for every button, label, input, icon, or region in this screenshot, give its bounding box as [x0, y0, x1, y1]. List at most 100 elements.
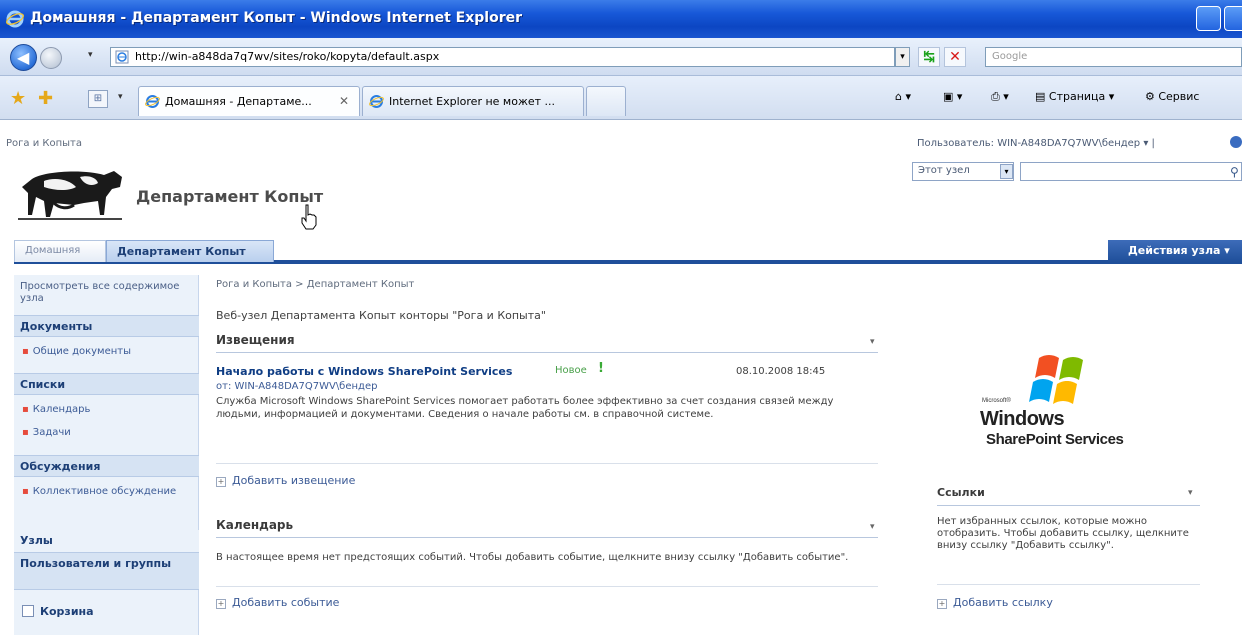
address-dropdown[interactable]: ▾ — [895, 47, 910, 67]
chevron-down-icon[interactable]: ▾ — [1000, 164, 1013, 179]
ql-recycle-bin[interactable]: Корзина — [22, 605, 94, 618]
arrow-left-icon: ◀ — [17, 48, 30, 67]
maximize-button[interactable] — [1224, 6, 1242, 31]
favorites-star-icon[interactable]: ★ — [10, 88, 26, 109]
view-all-content-link[interactable]: Просмотреть все содержимое узла — [20, 281, 185, 305]
site-title[interactable]: Департамент Копыт — [136, 187, 323, 206]
ql-item-calendar[interactable]: ▪ Календарь — [22, 404, 90, 415]
search-scope-select[interactable]: Этот узел — [912, 162, 1014, 181]
links-body: Нет избранных ссылок, которые можно отоб… — [937, 516, 1189, 551]
user-menu[interactable]: Пользователь: WIN-A848DA7Q7WV\бендер ▾ | — [917, 138, 1155, 149]
search-icon[interactable]: ⚲ — [1230, 165, 1239, 179]
tab-inactive[interactable]: Internet Explorer не может ... — [362, 86, 584, 116]
back-button[interactable]: ◀ — [10, 44, 37, 71]
quick-tabs-button[interactable]: ⊞ — [88, 90, 108, 108]
top-navigation: Домашняя Департамент Копыт Действия узла… — [14, 240, 1242, 264]
add-event-link[interactable]: + Добавить событие — [216, 596, 339, 609]
bullet-icon: ▪ — [22, 346, 29, 357]
tab-bar: ★ ✚ ⊞ ▾ Домашняя - Департаме... ✕ Intern… — [0, 76, 1242, 120]
stop-button[interactable]: ✕ — [944, 47, 966, 67]
page-menu[interactable]: ▤ Страница ▾ — [1035, 90, 1114, 103]
calendar-title[interactable]: Календарь — [216, 518, 878, 538]
quick-launch: Просмотреть все содержимое узла Документ… — [14, 275, 199, 635]
tab-home-label: Домашняя — [25, 245, 81, 256]
announcement-date: 08.10.2008 18:45 — [736, 366, 826, 377]
ql-header-people[interactable]: Пользователи и группы — [14, 552, 199, 590]
divider — [937, 584, 1200, 585]
sharepoint-services-wordmark: SharePoint Services — [986, 431, 1124, 448]
address-bar[interactable]: http://win-a848da7q7wv/sites/roko/kopyta… — [110, 47, 895, 67]
recycle-bin-icon — [22, 605, 34, 617]
announcements-title[interactable]: Извещения — [216, 333, 878, 353]
refresh-button[interactable]: ↹ — [918, 47, 940, 67]
ql-header-lists[interactable]: Списки — [14, 373, 199, 395]
links-title[interactable]: Ссылки — [937, 486, 1200, 506]
ql-item-team-discussion[interactable]: ▪ Коллективное обсуждение — [22, 486, 192, 498]
print-icon[interactable]: ⎙ ▾ — [991, 90, 1009, 104]
feeds-icon[interactable]: ▣ ▾ — [943, 90, 962, 103]
add-favorites-icon[interactable]: ✚ — [38, 88, 53, 109]
new-icon: ! — [598, 361, 604, 376]
search-placeholder: Google — [992, 51, 1028, 62]
site-description: Веб-узел Департамента Копыт конторы "Рог… — [216, 309, 546, 322]
add-link-link[interactable]: + Добавить ссылку — [937, 596, 1053, 609]
internet-explorer-icon — [6, 10, 24, 28]
search-scope-value: Этот узел — [918, 165, 970, 176]
minimize-button[interactable] — [1196, 6, 1221, 31]
ql-header-documents[interactable]: Документы — [14, 315, 199, 337]
ql-header-sites[interactable]: Узлы — [14, 530, 199, 552]
new-badge: Новое — [555, 365, 587, 376]
bullet-icon: ▪ — [22, 427, 29, 438]
new-tab-button[interactable] — [586, 86, 626, 116]
plus-box-icon: + — [937, 599, 947, 609]
add-announcement-link[interactable]: + Добавить извещение — [216, 474, 355, 487]
tab-department[interactable]: Департамент Копыт — [106, 240, 274, 262]
ql-header-discussions[interactable]: Обсуждения — [14, 455, 199, 477]
ql-item-shared-documents[interactable]: ▪ Общие документы — [22, 346, 131, 357]
calendar-body: В настоящее время нет предстоящих событи… — [216, 552, 849, 563]
site-actions-menu[interactable]: Действия узла ▾ — [1108, 240, 1242, 262]
window-titlebar: Домашняя - Департамент Копыт - Windows I… — [0, 0, 1242, 38]
home-icon[interactable]: ⌂ ▾ — [895, 90, 911, 103]
divider — [216, 463, 878, 464]
history-dropdown[interactable]: ▾ — [88, 50, 93, 60]
plus-box-icon: + — [216, 599, 226, 609]
site-search-input[interactable] — [1020, 162, 1242, 181]
window-title: Домашняя - Департамент Копыт - Windows I… — [30, 10, 523, 26]
bullet-icon: ▪ — [22, 486, 29, 497]
ql-item-tasks[interactable]: ▪ Задачи — [22, 427, 71, 438]
hand-cursor-icon — [301, 204, 317, 230]
tab-list-dropdown[interactable]: ▾ — [118, 92, 123, 102]
links-menu-icon[interactable]: ▾ — [1188, 488, 1193, 498]
announcement-author[interactable]: от: WIN-A848DA7Q7WV\бендер — [216, 381, 377, 392]
tools-menu[interactable]: ⚙ Сервис — [1145, 90, 1199, 103]
ie-page-icon — [369, 95, 384, 108]
help-icon[interactable] — [1230, 136, 1242, 148]
windows-wordmark: Windows — [980, 408, 1065, 430]
site-actions-label: Действия узла ▾ — [1128, 244, 1230, 257]
calendar-menu-icon[interactable]: ▾ — [870, 522, 875, 532]
navigation-bar: ◀ ▾ http://win-a848da7q7wv/sites/roko/ko… — [0, 38, 1242, 76]
forward-button[interactable] — [40, 47, 62, 69]
global-breadcrumb[interactable]: Рога и Копыта — [6, 138, 82, 149]
sharepoint-global-bar: Рога и Копыта Пользователь: WIN-A848DA7Q… — [0, 120, 1242, 150]
tab-label: Internet Explorer не может ... — [389, 95, 556, 108]
close-tab-icon[interactable]: ✕ — [339, 94, 349, 108]
address-text: http://win-a848da7q7wv/sites/roko/kopyta… — [135, 50, 440, 63]
breadcrumb[interactable]: Рога и Копыта > Департамент Копыт — [216, 279, 414, 290]
page-icon — [115, 50, 129, 64]
microsoft-wordmark: Microsoft® — [982, 398, 1011, 404]
plus-box-icon: + — [216, 477, 226, 487]
search-input[interactable]: Google — [985, 47, 1242, 67]
announcements-menu-icon[interactable]: ▾ — [870, 337, 875, 347]
tab-label: Домашняя - Департаме... — [165, 95, 312, 108]
bullet-icon: ▪ — [22, 404, 29, 415]
announcement-body: Служба Microsoft Windows SharePoint Serv… — [216, 396, 834, 420]
cow-logo — [18, 171, 122, 220]
ie-page-icon — [145, 95, 160, 108]
tab-home[interactable]: Домашняя — [14, 240, 106, 262]
tab-department-label: Департамент Копыт — [117, 245, 246, 258]
tab-active[interactable]: Домашняя - Департаме... ✕ — [138, 86, 360, 116]
divider — [216, 586, 878, 587]
announcement-item-title[interactable]: Начало работы с Windows SharePoint Servi… — [216, 365, 512, 378]
